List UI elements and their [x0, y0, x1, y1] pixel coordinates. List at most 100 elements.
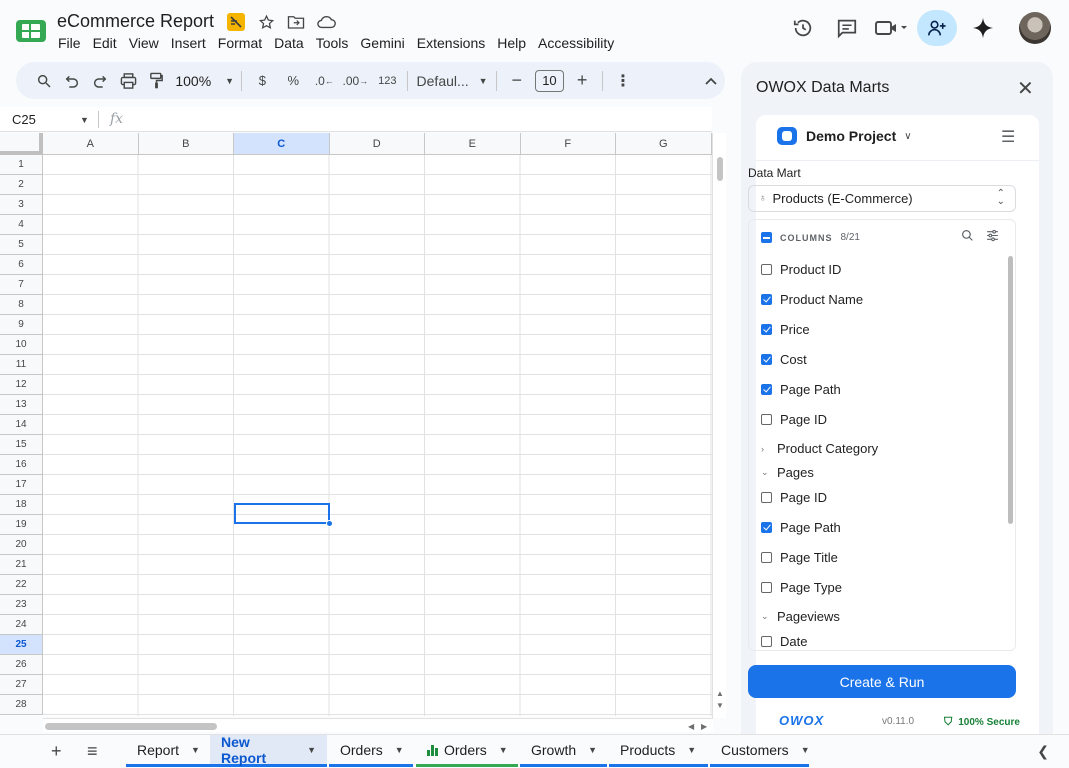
- column-checkbox[interactable]: [761, 354, 772, 365]
- column-header-e[interactable]: E: [425, 133, 521, 155]
- row-header-17[interactable]: 17: [0, 475, 43, 495]
- sheet-tab-customers[interactable]: Customers ▼: [710, 735, 810, 767]
- row-header-3[interactable]: 3: [0, 195, 43, 215]
- add-sheet-icon[interactable]: +: [51, 741, 62, 762]
- menu-help[interactable]: Help: [491, 34, 532, 52]
- column-header-b[interactable]: B: [138, 133, 234, 155]
- chevron-down-icon[interactable]: ▼: [80, 115, 89, 125]
- percent-format-button[interactable]: %: [279, 67, 307, 95]
- columns-scrollbar[interactable]: [1006, 256, 1014, 648]
- column-item[interactable]: Page ID: [761, 490, 827, 505]
- row-header-6[interactable]: 6: [0, 255, 43, 275]
- vertical-scroll-thumb[interactable]: [717, 157, 723, 181]
- column-checkbox[interactable]: [761, 264, 772, 275]
- row-header-2[interactable]: 2: [0, 175, 43, 195]
- row-header-13[interactable]: 13: [0, 395, 43, 415]
- menu-edit[interactable]: Edit: [87, 34, 123, 52]
- row-header-1[interactable]: 1: [0, 155, 43, 175]
- menu-extensions[interactable]: Extensions: [411, 34, 491, 52]
- decrease-font-size-button[interactable]: −: [503, 67, 531, 95]
- chevron-down-icon[interactable]: ▼: [588, 745, 597, 755]
- chevron-left-icon[interactable]: ❮: [1037, 743, 1049, 760]
- row-header-28[interactable]: 28: [0, 695, 43, 715]
- chevron-down-icon[interactable]: ▼: [687, 745, 696, 755]
- chevron-down-icon[interactable]: ▼: [499, 745, 508, 755]
- cell-area[interactable]: [43, 155, 712, 716]
- column-checkbox[interactable]: [761, 636, 772, 647]
- column-item[interactable]: Product Name: [761, 292, 863, 307]
- redo-icon[interactable]: [86, 67, 114, 95]
- version-history-icon[interactable]: [781, 10, 825, 46]
- chevron-down-icon[interactable]: ⌄: [761, 467, 777, 478]
- select-all-columns-checkbox[interactable]: [761, 232, 772, 243]
- column-item[interactable]: Date: [761, 634, 807, 649]
- font-family-select[interactable]: Defaul... ▼: [414, 67, 488, 95]
- row-header-14[interactable]: 14: [0, 415, 43, 435]
- font-size-input[interactable]: 10: [534, 69, 565, 92]
- column-checkbox[interactable]: [761, 384, 772, 395]
- decrease-decimal-button[interactable]: .0 ←: [310, 67, 338, 95]
- collapse-toolbar-icon[interactable]: [697, 67, 725, 95]
- row-header-11[interactable]: 11: [0, 355, 43, 375]
- column-header-d[interactable]: D: [329, 133, 425, 155]
- row-header-16[interactable]: 16: [0, 455, 43, 475]
- menu-file[interactable]: File: [52, 34, 87, 52]
- project-selector[interactable]: Demo Project ∨: [777, 127, 912, 145]
- gemini-sparkle-icon[interactable]: [961, 10, 1005, 46]
- document-title[interactable]: eCommerce Report: [57, 11, 214, 32]
- select-all-corner[interactable]: [0, 133, 43, 155]
- column-checkbox[interactable]: [761, 324, 772, 335]
- column-group-pageviews[interactable]: ⌄ Pageviews: [761, 609, 840, 624]
- owox-logo[interactable]: OWOX: [779, 713, 824, 728]
- chevron-right-icon[interactable]: ›: [761, 444, 777, 454]
- extension-badge-icon[interactable]: [226, 12, 246, 32]
- horizontal-scroll-thumb[interactable]: [45, 723, 217, 730]
- menu-insert[interactable]: Insert: [165, 34, 212, 52]
- column-header-a[interactable]: A: [43, 133, 139, 155]
- column-item[interactable]: Cost: [761, 352, 807, 367]
- row-header-21[interactable]: 21: [0, 555, 43, 575]
- horizontal-scrollbar[interactable]: ◀ ▶: [43, 718, 713, 732]
- cloud-saved-icon[interactable]: [316, 12, 336, 32]
- hamburger-menu-icon[interactable]: ☰: [1001, 127, 1015, 147]
- user-avatar[interactable]: [1019, 12, 1051, 44]
- fill-handle[interactable]: [326, 520, 333, 527]
- chevron-down-icon[interactable]: ▼: [395, 745, 404, 755]
- chevron-down-icon[interactable]: ⌄: [761, 611, 777, 622]
- row-header-18[interactable]: 18: [0, 495, 43, 515]
- column-item[interactable]: Page Title: [761, 550, 838, 565]
- print-icon[interactable]: [114, 67, 142, 95]
- row-header-8[interactable]: 8: [0, 295, 43, 315]
- search-menus-icon[interactable]: [30, 67, 58, 95]
- create-and-run-button[interactable]: Create & Run: [748, 665, 1016, 698]
- row-header-25[interactable]: 25: [0, 635, 43, 655]
- scroll-down-arrow-icon[interactable]: ▼: [716, 701, 724, 710]
- menu-gemini[interactable]: Gemini: [354, 34, 410, 52]
- all-sheets-menu-icon[interactable]: ≡: [87, 741, 98, 762]
- menu-tools[interactable]: Tools: [310, 34, 355, 52]
- row-header-4[interactable]: 4: [0, 215, 43, 235]
- increase-font-size-button[interactable]: +: [568, 67, 596, 95]
- column-header-g[interactable]: G: [616, 133, 712, 155]
- comments-icon[interactable]: [825, 10, 869, 46]
- column-header-c[interactable]: C: [234, 133, 330, 155]
- column-item[interactable]: Price: [761, 322, 810, 337]
- row-header-10[interactable]: 10: [0, 335, 43, 355]
- name-box[interactable]: C25: [12, 112, 36, 127]
- undo-icon[interactable]: [58, 67, 86, 95]
- data-mart-select[interactable]: ♁ Products (E-Commerce) ⌃ ⌄: [748, 185, 1016, 212]
- column-checkbox[interactable]: [761, 552, 772, 563]
- number-format-button[interactable]: 123: [373, 67, 401, 95]
- column-checkbox[interactable]: [761, 582, 772, 593]
- share-button[interactable]: [917, 10, 957, 46]
- spreadsheet-grid[interactable]: A B C D E F G 1 2 3 4 5 6 7 8 9 10 11 12 13 14 15 16 17 18 19 20 21…: [0, 133, 712, 716]
- sheets-logo-icon[interactable]: [16, 18, 46, 44]
- columns-scroll-thumb[interactable]: [1008, 256, 1013, 524]
- scroll-left-arrow-icon[interactable]: ◀: [688, 722, 694, 731]
- filter-settings-icon[interactable]: [986, 229, 999, 245]
- star-icon[interactable]: [256, 12, 276, 32]
- column-group-pages[interactable]: ⌄ Pages: [761, 465, 814, 480]
- column-item[interactable]: Product ID: [761, 262, 841, 277]
- vertical-scrollbar[interactable]: ▲ ▼: [712, 133, 726, 718]
- scroll-right-arrow-icon[interactable]: ▶: [701, 722, 707, 731]
